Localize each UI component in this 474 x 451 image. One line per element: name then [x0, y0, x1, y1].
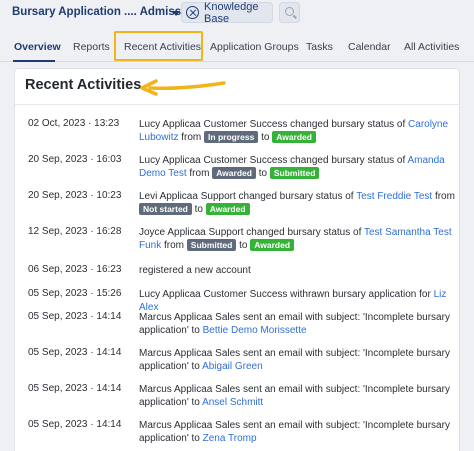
- activity-text: registered a new account: [139, 265, 251, 276]
- to-text: to: [258, 168, 268, 179]
- applicant-link[interactable]: Zena Tromp: [203, 433, 257, 444]
- activity-date: 20 Sep, 2023 · 10:23: [28, 190, 122, 201]
- status-badge-from: In progress: [204, 131, 259, 143]
- activity-description: Marcus Applicaa Sales sent an email with…: [139, 383, 455, 409]
- to-text: to: [261, 132, 270, 143]
- knowledge-base-button[interactable]: Knowledge Base: [181, 0, 273, 25]
- tab-all-activities[interactable]: All Activities: [404, 41, 459, 53]
- from-text: from: [189, 168, 210, 179]
- status-badge-to: Awarded: [250, 239, 295, 251]
- tab-calendar[interactable]: Calendar: [348, 41, 391, 53]
- activity-date: 20 Sep, 2023 · 16:03: [28, 154, 122, 165]
- applicant-link[interactable]: Ansel Schmitt: [202, 397, 263, 408]
- activity-date: 02 Oct, 2023 · 13:23: [28, 118, 120, 129]
- top-bar: Bursary Application .... Admission... Kn…: [0, 0, 474, 28]
- status-badge-to: Awarded: [205, 203, 250, 215]
- tab-reports[interactable]: Reports: [73, 41, 110, 53]
- activity-description: Marcus Applicaa Sales sent an email with…: [139, 311, 455, 337]
- active-tab-indicator: [13, 60, 55, 62]
- chevron-down-icon[interactable]: [172, 11, 180, 16]
- activity-text: Lucy Applicaa Customer Success withrawn …: [139, 289, 431, 300]
- activity-date: 05 Sep, 2023 · 14:14: [28, 383, 122, 394]
- activity-text: Marcus Applicaa Sales sent an email with…: [139, 384, 450, 408]
- activity-description: Lucy Applicaa Customer Success changed b…: [139, 154, 455, 180]
- activity-description: Marcus Applicaa Sales sent an email with…: [139, 419, 455, 445]
- status-badge-from: Not started: [139, 203, 192, 215]
- activity-text: Marcus Applicaa Sales sent an email with…: [139, 348, 450, 372]
- activity-description: Joyce Applicaa Support changed bursary s…: [139, 226, 455, 252]
- activity-date: 05 Sep, 2023 · 15:26: [28, 288, 122, 299]
- help-circle-icon: [186, 6, 199, 19]
- applicant-link[interactable]: Abigail Green: [202, 361, 263, 372]
- activity-date: 06 Sep, 2023 · 16:23: [28, 264, 122, 275]
- tab-application-groups[interactable]: Application Groups: [210, 41, 299, 53]
- tab-tasks[interactable]: Tasks: [306, 41, 333, 53]
- activity-description: registered a new account: [139, 264, 455, 277]
- from-text: from: [164, 240, 185, 251]
- applicant-link[interactable]: Bettie Demo Morissette: [203, 325, 307, 336]
- activity-text: Marcus Applicaa Sales sent an email with…: [139, 420, 450, 444]
- to-text: to: [239, 240, 248, 251]
- activity-date: 05 Sep, 2023 · 14:14: [28, 311, 122, 322]
- activity-description: Levi Applicaa Support changed bursary st…: [139, 190, 455, 216]
- tab-bar: Overview Reports Recent Activities Appli…: [0, 34, 474, 62]
- from-text: from: [181, 132, 202, 143]
- activity-text: Lucy Applicaa Customer Success changed b…: [139, 155, 406, 166]
- card-title: Recent Activities: [25, 77, 142, 93]
- status-badge-to: Awarded: [272, 131, 316, 143]
- tab-highlight-box: [114, 31, 203, 61]
- activity-date: 05 Sep, 2023 · 14:14: [28, 419, 122, 430]
- activity-description: Lucy Applicaa Customer Success changed b…: [139, 118, 455, 144]
- arrow-left-icon: [140, 79, 226, 96]
- recent-activities-card: Recent Activities 02 Oct, 2023 · 13:23 L…: [14, 68, 460, 451]
- status-badge-from: Awarded: [212, 167, 256, 179]
- status-badge-to: Submitted: [269, 167, 320, 179]
- activity-text: Levi Applicaa Support changed bursary st…: [139, 191, 354, 202]
- knowledge-base-label: Knowledge Base: [204, 0, 259, 25]
- activity-text: Joyce Applicaa Support changed bursary s…: [139, 227, 362, 238]
- applicant-link[interactable]: Test Freddie Test: [356, 191, 432, 202]
- status-badge-from: Submitted: [186, 239, 237, 251]
- from-text: from: [434, 191, 455, 202]
- to-text: to: [194, 204, 203, 215]
- search-button[interactable]: [279, 2, 300, 23]
- tab-overview[interactable]: Overview: [14, 41, 61, 53]
- activity-text: Lucy Applicaa Customer Success changed b…: [139, 119, 406, 130]
- activity-description: Marcus Applicaa Sales sent an email with…: [139, 347, 455, 373]
- activity-date: 05 Sep, 2023 · 14:14: [28, 347, 122, 358]
- search-icon: [285, 7, 294, 16]
- card-header: Recent Activities: [15, 69, 459, 105]
- activity-date: 12 Sep, 2023 · 16:28: [28, 226, 122, 237]
